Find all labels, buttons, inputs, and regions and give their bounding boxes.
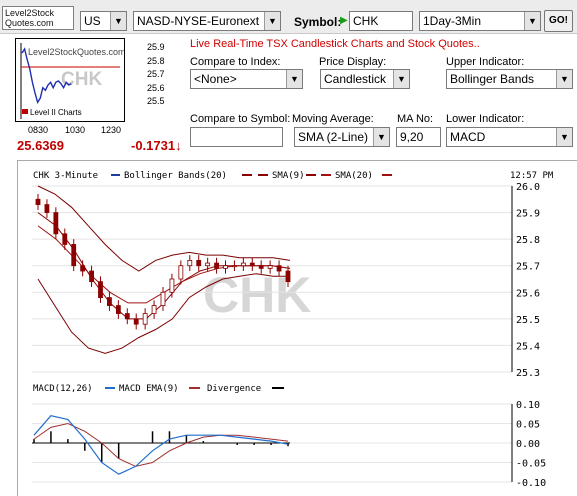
chevron-down-icon: ▼ [556, 70, 572, 88]
period-select[interactable]: 1Day-3Min ▼ [419, 11, 541, 31]
logo-line2: Quotes.com [5, 18, 54, 28]
mini-y-tick: 25.5 [147, 96, 165, 106]
compare-index-label: Compare to Index: [190, 56, 281, 68]
chevron-down-icon: ▼ [556, 128, 572, 146]
moving-average-select[interactable]: SMA (2-Line) ▼ [294, 127, 390, 147]
ma-no-input[interactable]: 9,20 [396, 127, 441, 147]
chevron-down-icon: ▼ [393, 70, 409, 88]
mini-chart-plot: Level2StockQuotes.com CHK Level II Chart… [20, 43, 126, 119]
upper-indicator-select[interactable]: Bollinger Bands ▼ [446, 69, 573, 89]
mini-y-tick: 25.7 [147, 69, 165, 79]
mini-x-tick: 1230 [101, 125, 122, 135]
mini-watermark-symbol: CHK [61, 69, 102, 90]
symbol-input[interactable]: CHK [349, 11, 413, 31]
panel-title: Live Real-Time TSX Candlestick Charts an… [190, 38, 480, 50]
chevron-down-icon: ▼ [524, 12, 540, 30]
chevron-down-icon: ▼ [373, 128, 389, 146]
upper-indicator-label: Upper Indicator: [446, 56, 525, 68]
price-display-select[interactable]: Candlestick ▼ [320, 69, 410, 89]
chevron-down-icon: ▼ [264, 12, 280, 30]
mini-footer: Level II Charts [30, 108, 82, 117]
mini-y-tick: 25.6 [147, 82, 165, 93]
country-value: US [84, 14, 101, 28]
logo-line1: Level2Stock [5, 8, 55, 18]
toolbar: Level2Stock Quotes.com US ▼ NASD-NYSE-Eu… [0, 0, 577, 34]
lower-indicator-value: MACD [450, 130, 486, 144]
last-price: 25.6369 [17, 138, 64, 153]
chevron-down-icon: ▼ [110, 12, 126, 30]
moving-average-value: SMA (2-Line) [298, 130, 369, 144]
mini-watermark-site: Level2StockQuotes.com [28, 47, 124, 57]
country-select[interactable]: US ▼ [80, 11, 127, 31]
compare-index-select[interactable]: <None> ▼ [190, 69, 303, 89]
play-arrow-icon: ▶ [340, 15, 348, 26]
moving-average-label: Moving Average: [292, 113, 374, 125]
price-change-value: -0.1731 [131, 138, 176, 153]
chart-area[interactable] [17, 160, 577, 496]
mini-y-tick: 25.8 [147, 55, 165, 66]
site-logo[interactable]: Level2Stock Quotes.com [2, 6, 74, 30]
ma-no-label: MA No: [397, 113, 434, 125]
compare-symbol-input[interactable] [190, 127, 283, 147]
compare-symbol-label: Compare to Symbol: [190, 113, 291, 125]
mini-chart[interactable]: Level2StockQuotes.com CHK Level II Chart… [15, 38, 126, 122]
price-display-value: Candlestick [324, 72, 387, 86]
price-display-label: Price Display: [319, 56, 387, 68]
period-value: 1Day-3Min [423, 14, 482, 28]
upper-indicator-value: Bollinger Bands [450, 72, 535, 86]
mini-x-tick: 1030 [65, 125, 86, 135]
exchange-value: NASD-NYSE-Euronext [137, 14, 260, 28]
go-button[interactable]: GO! [544, 10, 573, 32]
compare-index-value: <None> [194, 72, 237, 86]
level2-marker-icon [22, 109, 28, 114]
symbol-label: Symbol: [294, 15, 342, 29]
price-change: -0.1731↓ [131, 138, 182, 153]
arrow-down-icon: ↓ [175, 138, 182, 153]
exchange-select[interactable]: NASD-NYSE-Euronext ▼ [133, 11, 281, 31]
lower-indicator-select[interactable]: MACD ▼ [446, 127, 573, 147]
mini-y-tick: 25.9 [147, 42, 165, 52]
mini-x-tick: 0830 [28, 125, 49, 135]
chevron-down-icon: ▼ [286, 70, 302, 88]
lower-indicator-label: Lower Indicator: [446, 113, 525, 125]
